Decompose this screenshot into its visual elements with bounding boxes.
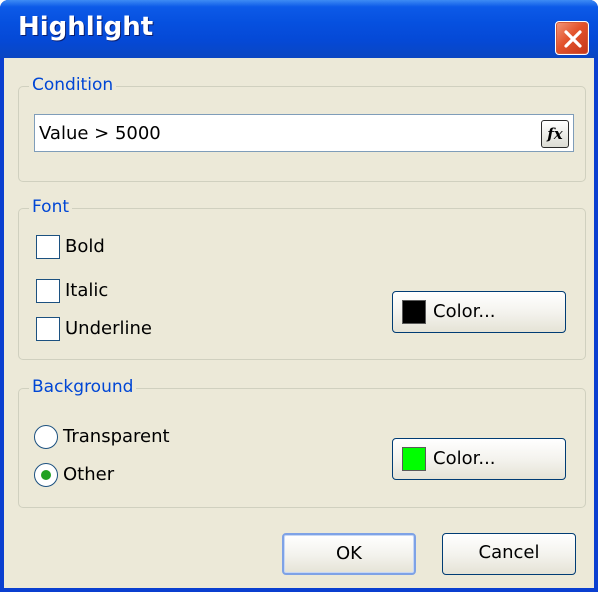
font-color-button[interactable]: Color... xyxy=(392,291,566,333)
condition-legend: Condition xyxy=(29,75,117,95)
underline-label: Underline xyxy=(65,318,152,339)
cancel-button[interactable]: Cancel xyxy=(442,533,576,575)
transparent-label: Transparent xyxy=(63,426,170,447)
window-title: Highlight xyxy=(18,12,154,42)
background-legend: Background xyxy=(29,377,137,397)
bold-checkbox[interactable] xyxy=(36,235,60,259)
condition-input[interactable] xyxy=(39,119,529,147)
ok-button[interactable]: OK xyxy=(282,533,416,575)
fx-icon: fx xyxy=(547,125,563,143)
other-radio[interactable] xyxy=(34,463,58,487)
title-bar[interactable]: Highlight xyxy=(0,0,598,58)
highlight-dialog: Highlight Condition fx Font Bold It xyxy=(0,0,598,592)
transparent-radio[interactable] xyxy=(34,425,58,449)
close-icon xyxy=(564,30,582,48)
background-color-swatch xyxy=(402,447,426,471)
italic-label: Italic xyxy=(65,280,109,301)
font-color-label: Color... xyxy=(433,301,496,322)
ok-label: OK xyxy=(336,543,362,564)
underline-checkbox[interactable] xyxy=(36,317,60,341)
other-label: Other xyxy=(63,464,115,485)
italic-checkbox[interactable] xyxy=(36,279,60,303)
font-color-swatch xyxy=(402,300,426,324)
bold-label: Bold xyxy=(65,236,105,257)
dialog-client-area: Condition fx Font Bold Italic Underline … xyxy=(4,58,594,588)
close-button[interactable] xyxy=(555,21,589,55)
condition-field[interactable]: fx xyxy=(34,114,574,152)
radio-selected-dot xyxy=(41,470,51,480)
function-button[interactable]: fx xyxy=(541,120,569,148)
background-color-button[interactable]: Color... xyxy=(392,438,566,480)
font-legend: Font xyxy=(29,197,73,217)
background-color-label: Color... xyxy=(433,448,496,469)
cancel-label: Cancel xyxy=(478,542,540,563)
